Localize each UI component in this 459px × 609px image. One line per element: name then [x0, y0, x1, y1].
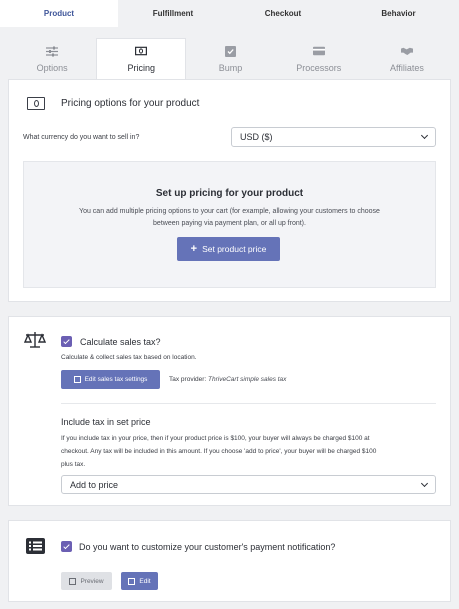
- include-tax-para-line2: checkout. Any tax will be included in th…: [61, 448, 377, 455]
- subtab-label: Affiliates: [389, 63, 424, 73]
- subtab-label: Bump: [218, 63, 243, 73]
- chevron-down-icon: [420, 479, 429, 487]
- tab-product[interactable]: Product: [0, 0, 118, 27]
- edit-sales-tax-button[interactable]: Edit sales tax settings: [61, 370, 160, 389]
- setup-desc-line1: You can add multiple pricing options to …: [79, 208, 380, 215]
- setup-pricing-box: Set up pricing for your product You can …: [23, 161, 436, 288]
- currency-label: What currency do you want to sell in?: [23, 134, 140, 141]
- sliders-icon: [46, 45, 59, 57]
- credit-card-icon: [312, 45, 325, 57]
- pricing-title: Pricing options for your product: [61, 98, 200, 109]
- edit-icon: [73, 376, 81, 383]
- tab-fulfillment[interactable]: Fulfillment: [118, 0, 228, 27]
- tab-label: Fulfillment: [152, 9, 194, 18]
- checkbox-icon: [225, 45, 237, 57]
- tab-label: Behavior: [381, 9, 416, 18]
- tab-label: Checkout: [264, 9, 302, 18]
- subtab-processors[interactable]: Processors: [275, 38, 363, 79]
- scale-icon: [23, 331, 47, 354]
- money-icon: [135, 45, 148, 57]
- include-tax-value: Add to price: [70, 479, 119, 490]
- set-product-price-button[interactable]: + Set product price: [177, 237, 280, 261]
- payment-notification-checkbox[interactable]: [61, 541, 72, 552]
- currency-value: USD ($): [240, 132, 273, 142]
- tax-provider-label: Tax provider:: [169, 376, 209, 383]
- pricing-title-row: Pricing options for your product: [27, 97, 199, 110]
- tab-behavior[interactable]: Behavior: [338, 0, 459, 27]
- external-link-icon: [69, 577, 77, 585]
- tab-label: Product: [43, 9, 75, 18]
- sales-tax-label: Calculate sales tax?: [80, 337, 161, 347]
- payment-notification-card: Do you want to customize your customer's…: [8, 520, 451, 602]
- payment-notification-label: Do you want to customize your customer's…: [79, 542, 336, 552]
- include-tax-para-line3: plus tax.: [61, 461, 86, 468]
- preview-label: Preview: [80, 577, 104, 585]
- edit-label: Edit: [139, 577, 151, 585]
- tax-provider-name: ThriveCart simple sales tax: [208, 376, 287, 383]
- currency-select[interactable]: USD ($): [231, 127, 436, 147]
- money-icon: [27, 97, 45, 110]
- divider: [61, 403, 436, 404]
- sales-tax-desc: Calculate & collect sales tax based on l…: [61, 354, 197, 361]
- subtab-label: Processors: [296, 63, 342, 73]
- subtab-pricing[interactable]: Pricing: [96, 38, 187, 79]
- check-icon: [63, 542, 70, 549]
- tab-checkout[interactable]: Checkout: [228, 0, 338, 27]
- sales-tax-card: Calculate sales tax? Calculate & collect…: [8, 316, 451, 506]
- check-icon: [63, 337, 70, 344]
- setup-desc-line2: between paying via payment plan, or all …: [153, 220, 306, 227]
- chevron-down-icon: [420, 131, 429, 140]
- tax-provider: Tax provider: ThriveCart simple sales ta…: [169, 376, 286, 383]
- include-tax-heading: Include tax in set price: [61, 417, 151, 427]
- set-price-label: Set product price: [202, 244, 267, 254]
- sub-tab-bar: Options Pricing Bump Processors Affiliat…: [8, 38, 451, 79]
- preview-button[interactable]: Preview: [61, 572, 112, 590]
- edit-sales-tax-label: Edit sales tax settings: [84, 376, 148, 383]
- subtab-label: Options: [36, 63, 68, 73]
- subtab-bump[interactable]: Bump: [186, 38, 274, 79]
- subtab-options[interactable]: Options: [8, 38, 96, 79]
- sales-tax-checkbox[interactable]: [61, 336, 72, 347]
- subtab-label: Pricing: [127, 63, 156, 73]
- include-tax-para-line1: If you include tax in your price, then i…: [61, 435, 370, 442]
- subtab-affiliates[interactable]: Affiliates: [363, 38, 451, 79]
- edit-notification-button[interactable]: Edit: [121, 572, 158, 590]
- plus-icon: +: [190, 243, 198, 255]
- list-icon: [26, 538, 45, 559]
- setup-title: Set up pricing for your product: [155, 188, 304, 199]
- handshake-icon: [400, 45, 413, 57]
- top-tab-bar: Product Fulfillment Checkout Behavior: [0, 0, 459, 27]
- include-tax-select[interactable]: Add to price: [61, 475, 436, 494]
- edit-icon: [128, 577, 136, 585]
- pricing-card: Pricing options for your product What cu…: [8, 79, 451, 302]
